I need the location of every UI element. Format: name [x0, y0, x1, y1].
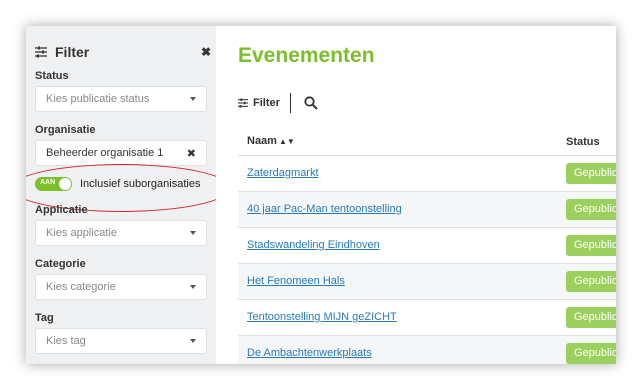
search-icon[interactable]: [304, 96, 318, 110]
filter-button[interactable]: Filter: [238, 93, 291, 113]
column-header-status: Status: [566, 136, 600, 148]
filter-title: Filter: [55, 44, 90, 60]
status-label: Status: [35, 70, 69, 82]
categorie-label: Categorie: [35, 258, 86, 270]
status-badge: Gepubliceerd: [566, 163, 616, 184]
event-link[interactable]: Zaterdagmarkt: [247, 167, 319, 179]
table-header: Naam ▲▼ Status: [238, 132, 616, 156]
table-row: Tentoonstelling MIJN geZICHT Gepubliceer…: [238, 300, 616, 336]
chevron-down-icon: [190, 339, 196, 343]
status-badge: Gepubliceerd: [566, 235, 616, 256]
sliders-icon: [238, 98, 248, 108]
applicatie-placeholder: Kies applicatie: [46, 227, 117, 239]
tag-label: Tag: [35, 312, 54, 324]
event-link[interactable]: De Ambachtenwerkplaats: [247, 347, 372, 359]
chevron-down-icon: [190, 285, 196, 289]
close-icon[interactable]: ✖: [201, 45, 211, 59]
main-content: Evenementen Filter Naam ▲▼ Status Zaterd…: [216, 26, 616, 364]
table-row: Zaterdagmarkt Gepubliceerd: [238, 156, 616, 192]
event-link[interactable]: Stadswandeling Eindhoven: [247, 239, 380, 251]
app-window: Filter ✖ Status Kies publicatie status O…: [26, 26, 616, 364]
tag-placeholder: Kies tag: [46, 335, 86, 347]
status-placeholder: Kies publicatie status: [46, 93, 150, 105]
organisatie-label: Organisatie: [35, 124, 96, 136]
event-link[interactable]: 40 jaar Pac-Man tentoonstelling: [247, 203, 402, 215]
table-row: Stadswandeling Eindhoven Gepubliceerd: [238, 228, 616, 264]
sort-icon[interactable]: ▲▼: [279, 137, 295, 146]
status-badge: Gepubliceerd: [566, 199, 616, 220]
filter-header: Filter ✖: [35, 43, 211, 61]
event-link[interactable]: Tentoonstelling MIJN geZICHT: [247, 311, 397, 323]
organisatie-value: Beheerder organisatie 1: [46, 147, 164, 159]
categorie-select[interactable]: Kies categorie: [35, 274, 207, 300]
status-badge: Gepubliceerd: [566, 307, 616, 328]
column-name-label: Naam: [247, 135, 277, 147]
filter-sidebar: Filter ✖ Status Kies publicatie status O…: [26, 26, 231, 364]
table-row: 40 jaar Pac-Man tentoonstelling Gepublic…: [238, 192, 616, 228]
tag-select[interactable]: Kies tag: [35, 328, 207, 354]
applicatie-label: Applicatie: [35, 204, 88, 216]
status-select[interactable]: Kies publicatie status: [35, 86, 207, 112]
table-row: De Ambachtenwerkplaats Gepubliceerd: [238, 336, 616, 364]
event-link[interactable]: Het Fenomeen Hals: [247, 275, 345, 287]
chevron-down-icon: [190, 97, 196, 101]
sliders-icon: [35, 46, 47, 58]
status-badge: Gepubliceerd: [566, 271, 616, 292]
filter-button-label: Filter: [253, 97, 280, 109]
status-badge: Gepubliceerd: [566, 343, 616, 364]
toolbar: Filter: [238, 93, 318, 113]
clear-icon[interactable]: ✖: [187, 147, 196, 160]
organisatie-select[interactable]: Beheerder organisatie 1 ✖: [35, 140, 207, 166]
applicatie-select[interactable]: Kies applicatie: [35, 220, 207, 246]
page-title: Evenementen: [238, 44, 375, 67]
chevron-down-icon: [190, 231, 196, 235]
column-header-naam[interactable]: Naam ▲▼: [247, 135, 295, 147]
categorie-placeholder: Kies categorie: [46, 281, 116, 293]
table-row: Het Fenomeen Hals Gepubliceerd: [238, 264, 616, 300]
